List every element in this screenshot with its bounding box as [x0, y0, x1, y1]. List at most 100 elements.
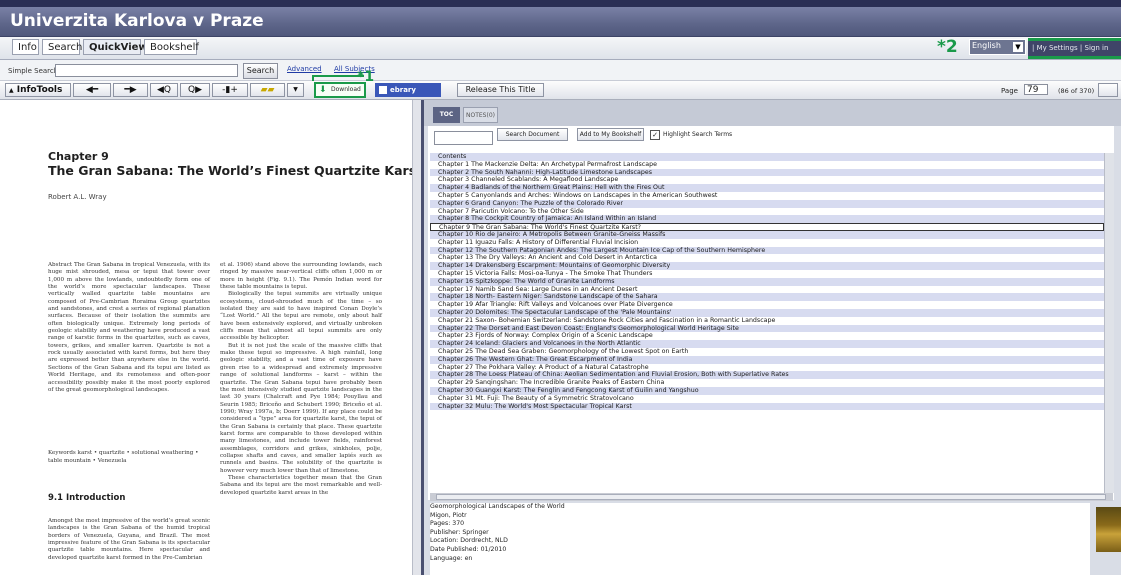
- site-banner: Univerzita Karlova v Praze: [0, 7, 1121, 37]
- forward-arrow-icon[interactable]: ━▶: [113, 83, 148, 97]
- book-info-line: Language: en: [430, 554, 473, 562]
- intro-paragraph: Amongst the most impressive of the world…: [48, 518, 210, 561]
- tab-search[interactable]: Search: [42, 39, 82, 55]
- intro-column: Amongst the most impressive of the world…: [48, 518, 210, 562]
- page-number-input[interactable]: 79: [1024, 84, 1048, 95]
- body-paragraph: But it is not just the scale of the mass…: [220, 342, 382, 474]
- toc-chapter-link[interactable]: Chapter 11 Iguazu Falls: A History of Di…: [430, 239, 1104, 247]
- add-to-bookshelf-button[interactable]: Add to My Bookshelf: [577, 128, 644, 141]
- institution-title: Univerzita Karlova v Praze: [10, 11, 264, 31]
- toc-contents-link[interactable]: Contents: [430, 153, 1104, 161]
- toc-chapter-link[interactable]: Chapter 3 Channeled Scablands: A Megaflo…: [430, 176, 1104, 184]
- book-info: Geomorphological Landscapes of the World…: [430, 503, 1090, 575]
- zoom-out-icon[interactable]: ◀Q: [150, 83, 178, 97]
- toc-chapter-link[interactable]: Chapter 28 The Loess Plateau of China: A…: [430, 371, 1104, 380]
- toc-chapter-link[interactable]: Chapter 5 Canyonlands and Arches: Window…: [430, 192, 1104, 200]
- ebrary-icon: [379, 86, 387, 94]
- toc-chapter-link[interactable]: Chapter 17 Namib Sand Sea: Large Dunes i…: [430, 286, 1104, 294]
- toc-chapter-link[interactable]: Chapter 6 Grand Canyon: The Puzzle of th…: [430, 199, 1104, 208]
- toc-chapter-link[interactable]: Chapter 20 Dolomites: The Spectacular La…: [430, 308, 1104, 317]
- toc-chapter-link[interactable]: Chapter 32 Mulu: The World's Most Specta…: [430, 402, 1104, 411]
- toc-chapter-link[interactable]: Chapter 14 Drakensberg Escarpment: Mount…: [430, 262, 1104, 270]
- chevron-down-icon: ▼: [1013, 42, 1023, 52]
- book-cover[interactable]: [1096, 507, 1121, 552]
- page-label: Page: [1001, 87, 1018, 95]
- chapter-title: The Gran Sabana: The World’s Finest Quar…: [48, 163, 430, 178]
- annotation-marker-2: *2: [937, 37, 958, 57]
- language-select[interactable]: English ▼: [969, 39, 1026, 55]
- toc-chapter-link[interactable]: Chapter 25 The Dead Sea Graben: Geomorph…: [430, 348, 1104, 356]
- ebrary-reader-button[interactable]: ebrary Reader: [375, 83, 441, 108]
- toc-chapter-link[interactable]: Chapter 26 The Western Ghat: The Great E…: [430, 355, 1104, 364]
- toc-chapter-link[interactable]: Chapter 9 The Gran Sabana: The World's F…: [430, 223, 1104, 231]
- settings-links[interactable]: | My Settings | Sign in: [1032, 44, 1108, 52]
- toc-chapter-link[interactable]: Chapter 13 The Dry Valleys: An Ancient a…: [430, 254, 1104, 262]
- toc-chapter-link[interactable]: Chapter 4 Badlands of the Northern Great…: [430, 184, 1104, 192]
- tab-notes[interactable]: NOTES(0): [463, 107, 498, 123]
- toc-chapter-link[interactable]: Chapter 31 Mt. Fuji: The Beauty of a Sym…: [430, 395, 1104, 403]
- toc-chapter-link[interactable]: Chapter 30 Guangxi Karst: The Fenglin an…: [430, 386, 1104, 395]
- fit-width-icon[interactable]: -▮+: [212, 83, 248, 97]
- document-search-input[interactable]: [434, 131, 493, 145]
- search-document-button[interactable]: Search Document: [497, 128, 568, 141]
- toc-chapter-link[interactable]: Chapter 19 Afar Triangle: Rift Valleys a…: [430, 301, 1104, 309]
- toc-chapter-link[interactable]: Chapter 15 Victoria Falls: Mosi-oa-Tunya…: [430, 270, 1104, 278]
- search-input[interactable]: [55, 64, 238, 77]
- tab-bookshelf[interactable]: Bookshelf: [144, 39, 199, 55]
- book-info-line: Location: Dordrecht, NLD: [430, 537, 508, 545]
- infotools-label: InfoTools: [16, 85, 63, 95]
- tab-info[interactable]: Info: [12, 39, 39, 55]
- toc-chapter-link[interactable]: Chapter 7 Paricutin Volcano: To the Othe…: [430, 208, 1104, 216]
- tab-toc[interactable]: TOC: [433, 107, 460, 123]
- book-info-line: Geomorphological Landscapes of the World: [430, 503, 565, 510]
- toc-chapter-link[interactable]: Chapter 16 Spitzkoppe: The World of Gran…: [430, 277, 1104, 286]
- download-button[interactable]: ⬇ Download: [314, 82, 366, 98]
- toc-chapter-link[interactable]: Chapter 1 The Mackenzie Delta: An Archet…: [430, 161, 1104, 169]
- toc-scrollbar[interactable]: [1104, 153, 1114, 493]
- toc-chapter-link[interactable]: Chapter 2 The South Nahanni: High-Latitu…: [430, 168, 1104, 177]
- annotation-line-bottom: [1028, 56, 1121, 59]
- chapter-label: Chapter 9: [48, 150, 109, 163]
- keywords: Keywords karst • quartzite • solutional …: [48, 450, 199, 464]
- chapter-author: Robert A.L. Wray: [48, 193, 107, 201]
- search-button[interactable]: Search: [243, 63, 278, 79]
- caret-up-icon: ▲: [9, 87, 14, 94]
- body-paragraph: Biologically the tepui summits are virtu…: [220, 291, 382, 342]
- right-column: et al. 1906) stand above the surrounding…: [220, 262, 382, 497]
- toc-hscroll-thumb[interactable]: [436, 494, 1106, 500]
- abstract-paragraph: Abstract The Gran Sabana in tropical Ven…: [48, 262, 210, 393]
- back-arrow-icon[interactable]: ◀━: [73, 83, 111, 97]
- infotools-button[interactable]: ▲ InfoTools ▼: [5, 83, 71, 107]
- download-icon: ⬇: [319, 85, 327, 95]
- toc-chapter-link[interactable]: Chapter 10 Rio de Janeiro: A Metropolis …: [430, 230, 1104, 239]
- body-paragraph: These characteristics together mean that…: [220, 474, 382, 496]
- toc-chapter-link[interactable]: Chapter 21 Saxon- Bohemian Switzerland: …: [430, 317, 1104, 325]
- highlight-checkbox[interactable]: ✓: [650, 130, 660, 140]
- toc-chapter-link[interactable]: Chapter 24 Iceland: Glaciers and Volcano…: [430, 340, 1104, 348]
- view-mode-icon[interactable]: [1098, 83, 1118, 97]
- top-strip: [0, 0, 1121, 7]
- page-count: (86 of 370): [1058, 87, 1095, 95]
- release-title-button[interactable]: Release This Title: [457, 83, 544, 97]
- highlighter-icon[interactable]: ▰▰: [250, 83, 285, 97]
- book-info-line: Pages: 370: [430, 520, 465, 528]
- abstract-column: Abstract The Gran Sabana in tropical Ven…: [48, 262, 210, 394]
- tab-quickview[interactable]: QuickView: [83, 39, 148, 55]
- highlight-label: Highlight Search Terms: [663, 131, 733, 138]
- download-label: Download: [331, 86, 361, 93]
- advanced-link[interactable]: Advanced: [287, 65, 322, 73]
- toc-chapter-link[interactable]: Chapter 18 North- Eastern Niger: Sandsto…: [430, 293, 1104, 302]
- highlighter-dropdown-icon[interactable]: ▼: [287, 83, 304, 97]
- toc-chapter-link[interactable]: Chapter 8 The Cockpit Country of Jamaica…: [430, 215, 1104, 224]
- toc-list: Contents Chapter 1 The Mackenzie Delta: A…: [430, 153, 1104, 411]
- language-value: English: [972, 41, 1001, 50]
- simple-search-label: Simple Search:: [8, 67, 61, 75]
- toc-chapter-link[interactable]: Chapter 27 The Pokhara Valley: A Product…: [430, 364, 1104, 372]
- user-links: | My Settings | Sign in: [1028, 41, 1121, 56]
- zoom-in-icon[interactable]: Q▶: [180, 83, 210, 97]
- toc-chapter-link[interactable]: Chapter 12 The Southern Patagonian Andes…: [430, 246, 1104, 255]
- toc-chapter-link[interactable]: Chapter 23 Fjords of Norway: Complex Ori…: [430, 332, 1104, 340]
- toc-chapter-link[interactable]: Chapter 22 The Dorset and East Devon Coa…: [430, 324, 1104, 333]
- book-info-line: Migon, Piotr: [430, 511, 467, 519]
- toc-chapter-link[interactable]: Chapter 29 Sanqingshan: The Incredible G…: [430, 379, 1104, 387]
